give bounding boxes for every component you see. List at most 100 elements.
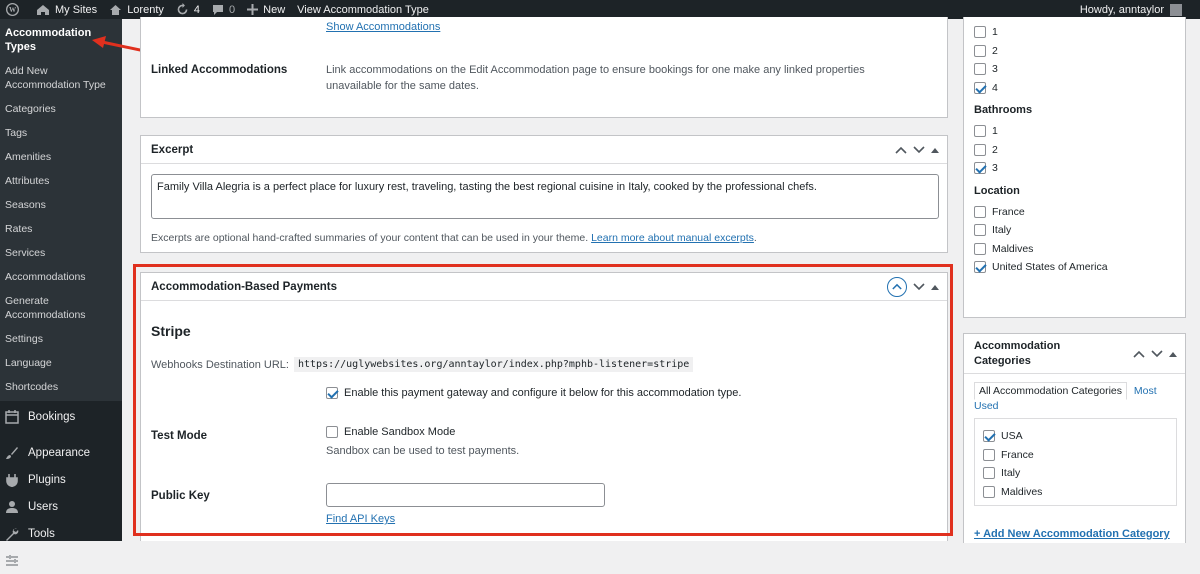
my-sites-button[interactable]: My Sites (30, 0, 103, 19)
menu-label: Tools (28, 527, 55, 540)
find-api-keys-link[interactable]: Find API Keys (326, 513, 395, 525)
move-down-icon[interactable] (913, 145, 925, 154)
submenu-item-seasons[interactable]: Seasons (0, 195, 122, 215)
location-option-usa[interactable]: United States of America (974, 258, 1175, 277)
comment-icon (213, 4, 224, 15)
collapse-icon[interactable] (931, 147, 939, 153)
menu-item-users[interactable]: Users (0, 493, 122, 520)
collapse-icon[interactable] (1169, 351, 1177, 357)
linked-accommodations-description: Link accommodations on the Edit Accommod… (326, 64, 865, 92)
move-down-icon[interactable] (913, 282, 925, 291)
submenu-item-shortcodes[interactable]: Shortcodes (0, 377, 122, 397)
submenu-item-settings[interactable]: Settings (0, 329, 122, 349)
menu-item-appearance[interactable]: Appearance (0, 439, 122, 466)
sandbox-description: Sandbox can be used to test payments. (326, 445, 520, 457)
option-label: Maldives (992, 242, 1034, 255)
add-category-link[interactable]: + Add New Accommodation Category (974, 528, 1170, 540)
category-maldives[interactable]: Maldives (983, 483, 1168, 502)
location-option-italy[interactable]: Italy (974, 221, 1175, 240)
checkbox[interactable] (974, 224, 986, 237)
option-1[interactable]: 1 (974, 23, 1175, 42)
enable-gateway-checkbox[interactable] (326, 387, 338, 399)
option-label: 3 (992, 63, 998, 76)
stripe-heading: Stripe (151, 323, 191, 339)
bathroom-option-2[interactable]: 2 (974, 141, 1175, 160)
categories-title: Accommodation Categories (974, 339, 1061, 367)
option-3[interactable]: 3 (974, 60, 1175, 79)
option-label: 4 (992, 81, 998, 94)
menu-label: Appearance (28, 446, 91, 459)
checkbox[interactable] (974, 26, 986, 39)
account-menu[interactable]: Howdy, anntaylor (1080, 3, 1200, 16)
checkbox[interactable] (974, 81, 986, 94)
option-2[interactable]: 2 (974, 42, 1175, 61)
submenu-item-rates[interactable]: Rates (0, 219, 122, 239)
menu-item-bookings[interactable]: Bookings (0, 403, 122, 430)
submenu-item-accommodations[interactable]: Accommodations (0, 267, 122, 287)
submenu-item-language[interactable]: Language (0, 353, 122, 373)
submenu-item-add-new[interactable]: Add New Accommodation Type (0, 61, 122, 95)
linked-accommodations-label: Linked Accommodations (151, 64, 288, 76)
checkbox[interactable] (974, 44, 986, 57)
checkbox[interactable] (974, 261, 986, 274)
move-up-icon[interactable] (1133, 350, 1145, 358)
location-option-france[interactable]: France (974, 203, 1175, 222)
option-4[interactable]: 4 (974, 79, 1175, 98)
menu-item-settings[interactable]: Settings (0, 547, 122, 574)
option-label: 3 (992, 162, 998, 175)
submenu-item-amenities[interactable]: Amenities (0, 147, 122, 167)
category-france[interactable]: France (983, 446, 1168, 465)
option-label: 2 (992, 44, 998, 57)
checkbox[interactable] (974, 63, 986, 76)
checkbox[interactable] (974, 162, 986, 175)
move-up-button[interactable] (887, 276, 907, 297)
submenu-item-tags[interactable]: Tags (0, 123, 122, 143)
submenu-item-services[interactable]: Services (0, 243, 122, 263)
wrench-icon (6, 528, 19, 541)
submenu-item-attributes[interactable]: Attributes (0, 171, 122, 191)
option-label: USA (1001, 430, 1023, 443)
move-down-icon[interactable] (1151, 349, 1163, 358)
menu-item-plugins[interactable]: Plugins (0, 466, 122, 493)
sandbox-checkbox[interactable] (326, 426, 338, 438)
category-usa[interactable]: USA (983, 427, 1168, 446)
category-italy[interactable]: Italy (983, 464, 1168, 483)
checkbox[interactable] (974, 205, 986, 218)
home-icon (110, 4, 122, 15)
option-label: 1 (992, 125, 998, 138)
location-option-maldives[interactable]: Maldives (974, 240, 1175, 259)
excerpt-help: Excerpts are optional hand-crafted summa… (151, 232, 757, 244)
submenu-item-generate-accommodations[interactable]: Generate Accommodations (0, 291, 122, 325)
excerpt-textarea[interactable]: Family Villa Alegria is a perfect place … (151, 174, 939, 219)
checkbox[interactable] (983, 430, 995, 443)
wp-logo-button[interactable]: W (0, 0, 30, 19)
checkbox[interactable] (974, 143, 986, 156)
tab-all-categories[interactable]: All Accommodation Categories (974, 382, 1127, 400)
move-up-icon[interactable] (895, 146, 907, 154)
menu-label: Users (28, 500, 59, 513)
bathroom-option-3[interactable]: 3 (974, 159, 1175, 178)
settings-icon (6, 554, 18, 566)
public-key-input[interactable] (326, 483, 605, 507)
submenu-item-categories[interactable]: Categories (0, 99, 122, 119)
enable-gateway-label: Enable this payment gateway and configur… (344, 387, 742, 399)
updates-count: 4 (193, 3, 201, 16)
show-accommodations-link[interactable]: Show Accommodations (326, 21, 440, 33)
move-up-icon (892, 283, 902, 290)
checkbox[interactable] (974, 125, 986, 138)
learn-more-link[interactable]: Learn more about manual excerpts (591, 232, 754, 244)
bathrooms-list: 1 2 3 (974, 122, 1175, 178)
menu-item-tools[interactable]: Tools (0, 520, 122, 547)
excerpt-header: Excerpt (141, 136, 947, 164)
checkbox[interactable] (983, 467, 995, 480)
option-label: Maldives (1001, 485, 1043, 498)
checkbox[interactable] (974, 242, 986, 255)
right-sidebar: 1 2 3 4 Bathrooms 1 2 3 Location France … (962, 17, 1200, 543)
option-label: Italy (1001, 467, 1021, 480)
calendar-icon (5, 409, 19, 424)
bathroom-option-1[interactable]: 1 (974, 122, 1175, 141)
checkbox[interactable] (983, 485, 995, 498)
checkbox[interactable] (983, 448, 995, 461)
collapse-icon[interactable] (931, 284, 939, 290)
webhook-label: Webhooks Destination URL: (151, 358, 289, 371)
